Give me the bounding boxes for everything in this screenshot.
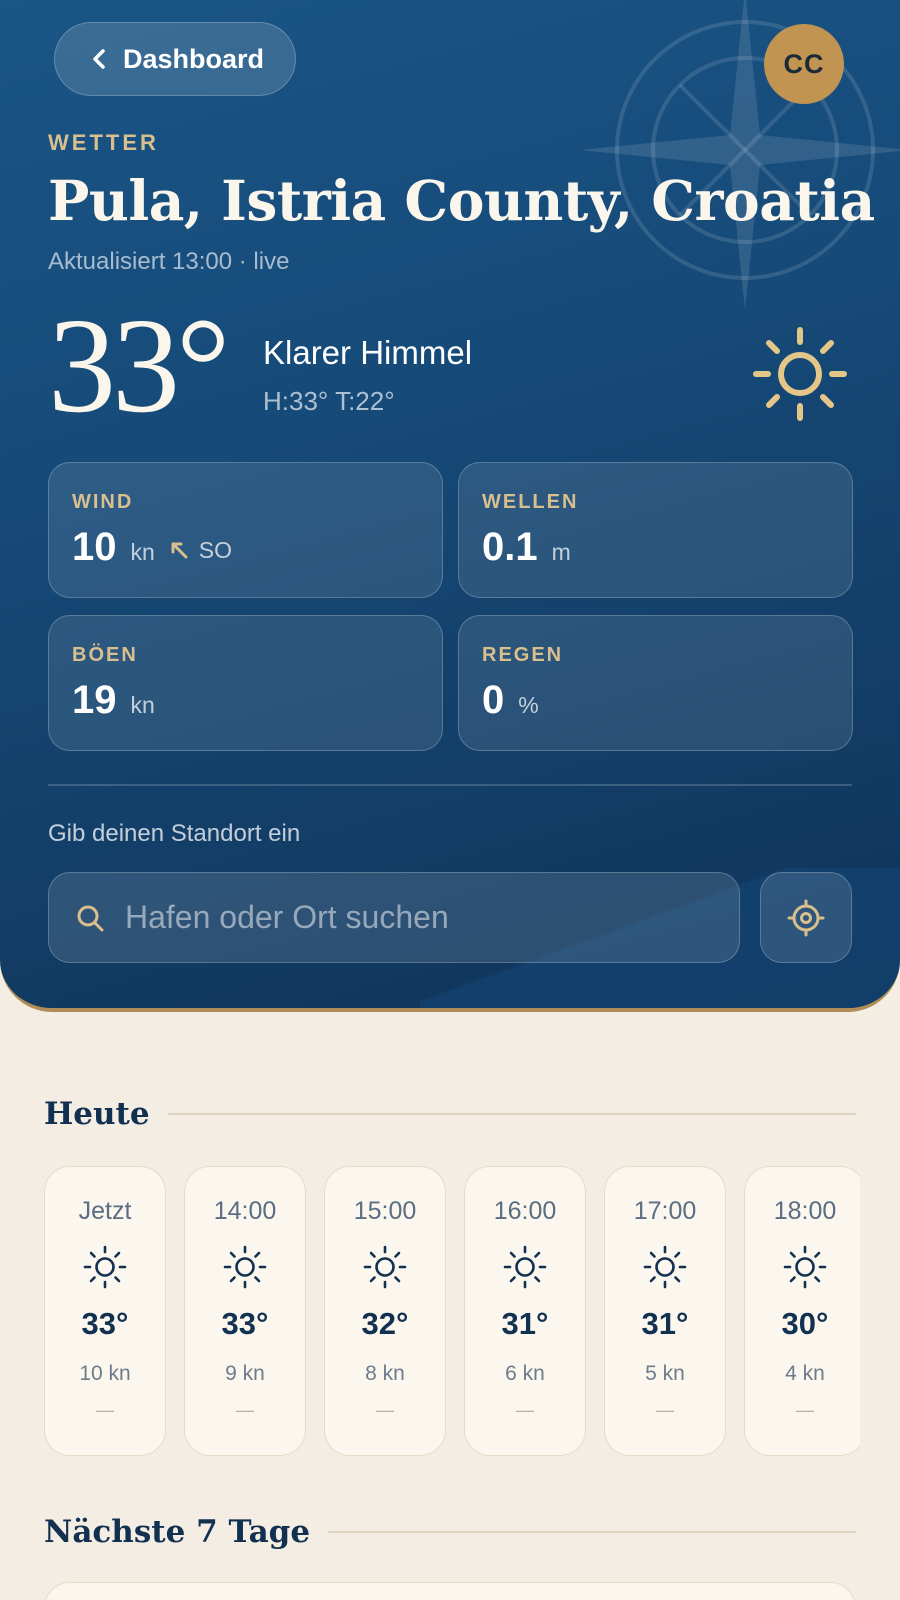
hour-rain: — [796,1400,814,1420]
wind-card: WIND 10 kn SO [48,462,443,598]
today-section-header: Heute [44,1096,856,1132]
wind-direction-label: SO [198,536,233,563]
hour-rain: — [656,1400,674,1420]
wind-direction: SO [169,537,232,564]
wind-value: 10 [72,525,117,569]
hour-time: 15:00 [353,1197,417,1225]
crosshair-icon [787,899,825,936]
hour-temperature: 31° [501,1306,549,1341]
back-button-label: Dashboard [123,43,265,74]
sun-icon [502,1244,548,1290]
hour-temperature: 30° [781,1306,829,1341]
wind-label: WIND [72,491,134,513]
hour-time: 17:00 [633,1197,697,1225]
page-title: Pula, Istria County, Croatia [48,168,875,233]
hour-card[interactable]: 14:00 33° 9 kn — [184,1166,306,1456]
search-icon [77,905,104,931]
hour-rain: — [236,1400,254,1420]
hour-time: 18:00 [773,1197,837,1225]
hour-card[interactable]: 18:00 30° 4 kn — [744,1166,860,1456]
waves-unit: m [551,539,571,565]
hour-wind: 5 kn [645,1362,685,1385]
rain-label: REGEN [482,644,564,666]
hour-wind: 4 kn [785,1362,825,1385]
search-box[interactable] [48,872,740,963]
updated-status: Aktualisiert 13:00 · live [48,248,290,275]
sun-icon [642,1244,688,1290]
rain-value: 0 [482,678,505,722]
current-temperature: 33° [48,291,230,441]
chevron-left-icon [93,49,105,69]
gusts-card: BÖEN 19 kn [48,615,443,751]
hour-wind: 8 kn [365,1362,405,1385]
back-button[interactable]: Dashboard [54,22,296,96]
hour-card[interactable]: 16:00 31° 6 kn — [464,1166,586,1456]
hour-card[interactable]: 17:00 31° 5 kn — [604,1166,726,1456]
sun-icon [362,1244,408,1290]
hour-temperature: 33° [81,1306,129,1341]
hour-temperature: 31° [641,1306,689,1341]
week-title: Nächste 7 Tage [44,1514,311,1550]
hour-temperature: 33° [221,1306,269,1341]
avatar-initials: CC [783,48,825,79]
hour-time: 16:00 [493,1197,557,1225]
locate-button[interactable] [760,872,852,963]
sun-icon [82,1244,128,1290]
high-low-temperature: H:33° T:22° [263,386,395,416]
location-prompt: Gib deinen Standort ein [48,820,301,847]
hour-time: 14:00 [213,1197,277,1225]
section-eyebrow: WETTER [48,130,159,155]
waves-value: 0.1 [482,525,538,569]
wind-arrow-icon [171,542,188,559]
search-input[interactable] [125,899,685,936]
rain-unit: % [518,692,539,718]
hour-wind: 10 kn [79,1362,131,1385]
gusts-value: 19 [72,678,117,722]
rain-card: REGEN 0 % [458,615,853,751]
week-forecast-card[interactable] [44,1582,856,1600]
hour-card[interactable]: 15:00 32° 8 kn — [324,1166,446,1456]
sun-icon [222,1244,268,1290]
hour-rain: — [376,1400,394,1420]
week-section-header: Nächste 7 Tage [44,1514,856,1550]
waves-label: WELLEN [482,491,579,513]
hour-wind: 9 kn [225,1362,265,1385]
hourly-forecast-scroller[interactable]: Jetzt 33° 10 kn — 14:00 33° 9 kn — 15:00 32° 8 kn —… [44,1166,860,1458]
avatar[interactable]: CC [764,24,844,104]
current-condition: Klarer Himmel [263,334,473,371]
hour-card[interactable]: Jetzt 33° 10 kn — [44,1166,166,1456]
hour-rain: — [516,1400,534,1420]
hour-temperature: 32° [361,1306,409,1341]
section-rule [167,1113,856,1115]
divider [48,784,852,786]
waves-card: WELLEN 0.1 m [458,462,853,598]
today-title: Heute [44,1096,150,1132]
hero-panel: Dashboard CC WETTER Pula, Istria County,… [0,0,900,1012]
hour-time: Jetzt [78,1197,132,1225]
hour-rain: — [96,1400,114,1420]
hour-wind: 6 kn [505,1362,545,1385]
sun-icon [753,327,847,421]
gusts-unit: kn [130,692,155,718]
sun-icon [782,1244,828,1290]
gusts-label: BÖEN [72,644,138,666]
wind-unit: kn [130,539,155,565]
compass-rose-icon [580,0,900,310]
hourly-forecast-list: Jetzt 33° 10 kn — 14:00 33° 9 kn — 15:00 32° 8 kn —… [44,1166,860,1456]
section-rule [328,1531,856,1533]
